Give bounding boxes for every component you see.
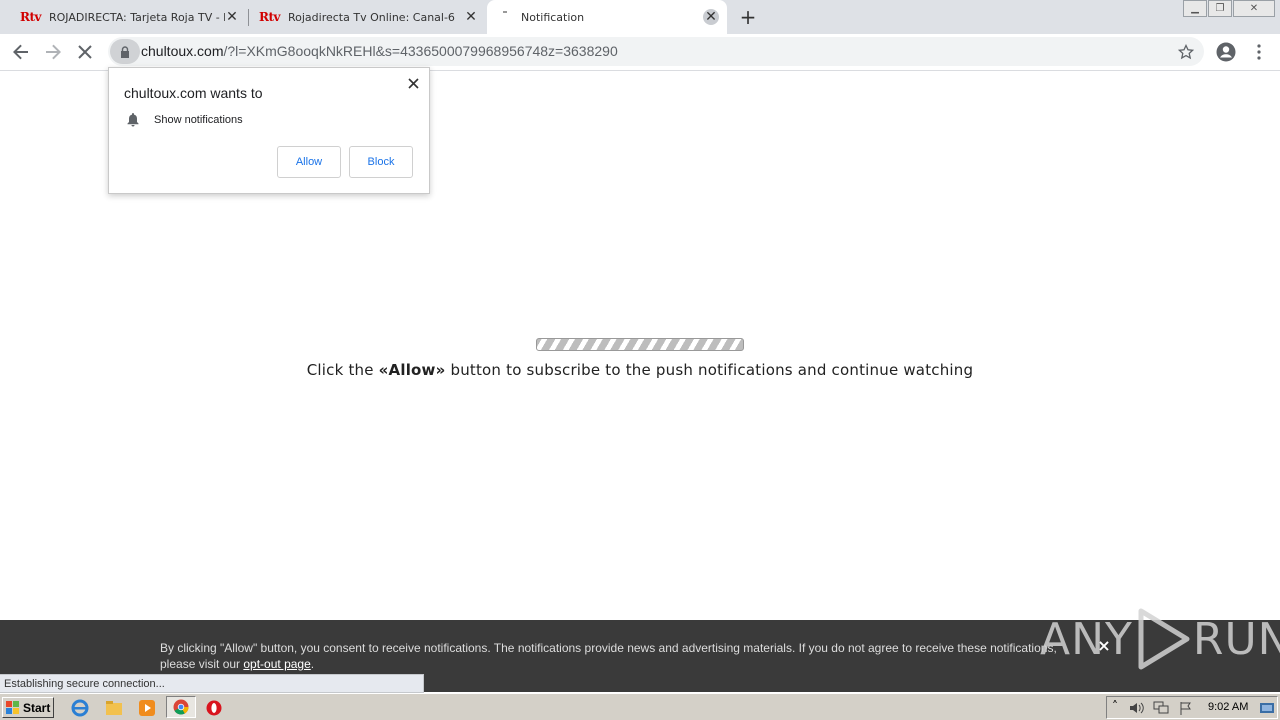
tray-expand-icon[interactable]: ˄ [1112,699,1118,713]
media-player-icon[interactable] [137,698,157,718]
cta-allow-emphasis: «Allow» [378,361,446,379]
system-tray: ˄ [1106,696,1278,719]
rtv-favicon: Rtv [20,10,42,24]
permission-item: Show notifications [126,112,243,127]
bookmark-star-icon[interactable] [1175,41,1197,63]
tab-title: Notification [521,10,585,24]
url-text: chultoux.com/?l=XKmG8ooqkNkREHl&s=433650… [141,43,618,59]
lock-icon[interactable] [110,39,140,64]
rtv-favicon: Rtv [259,10,281,24]
close-icon[interactable] [405,75,421,91]
screen: Rtv ROJADIRECTA: Tarjeta Roja TV - Pir ✕… [0,0,1280,720]
watermark-right: RUN [1192,613,1280,665]
loading-favicon-icon [503,11,507,13]
profile-avatar-icon[interactable] [1215,41,1237,63]
forward-arrow-icon[interactable] [42,41,64,63]
progress-bar [536,338,744,351]
cta-prefix: Click the [306,361,379,379]
clock: 9:02 AM [1208,701,1249,713]
tab-strip: Rtv ROJADIRECTA: Tarjeta Roja TV - Pir ✕… [0,0,1280,34]
start-label: Start [23,700,51,715]
stop-loading-icon[interactable] [74,41,96,63]
url-path: /?l=XKmG8ooqkNkREHl&s=433650007996895674… [223,43,618,59]
tab-rojadirecta-1[interactable]: Rtv ROJADIRECTA: Tarjeta Roja TV - Pir ✕ [0,0,248,34]
consent-tail: . [310,657,315,671]
windows-taskbar: Start ˄ 9:02 AM [0,693,1280,720]
consent-text: By clicking "Allow" button, you consent … [160,640,1080,672]
cta-suffix: button to subscribe to the push notifica… [445,361,974,379]
play-logo-icon [1138,608,1190,670]
close-tab-icon[interactable]: ✕ [703,9,719,25]
window-close-button[interactable]: ✕ [1233,0,1275,17]
url-domain: chultoux.com [141,43,224,59]
start-button[interactable]: Start [2,697,54,718]
opt-out-link[interactable]: opt-out page [243,657,310,671]
opera-icon[interactable] [204,698,224,718]
tab-notification[interactable]: Notification ✕ [487,0,727,34]
show-desktop-icon[interactable] [1259,701,1275,715]
notification-permission-dialog: chultoux.com wants to Show notifications… [108,67,430,194]
browser-toolbar: chultoux.com/?l=XKmG8ooqkNkREHl&s=433650… [0,34,1280,71]
tab-title: Rojadirecta Tv Online: Canal-6 [288,10,455,24]
watermark-left: ANY [1040,613,1133,665]
restore-button[interactable]: ❐ [1208,0,1232,17]
flag-icon[interactable] [1179,701,1193,715]
block-button[interactable]: Block [349,146,413,178]
allow-button[interactable]: Allow [277,146,341,178]
status-bubble: Establishing secure connection... [0,674,424,693]
permission-title: chultoux.com wants to [124,85,263,101]
internet-explorer-icon[interactable] [70,698,90,718]
subscribe-instruction: Click the «Allow» button to subscribe to… [0,361,1280,379]
minimize-button[interactable]: ▁ [1183,0,1207,17]
close-tab-icon[interactable]: ✕ [224,9,240,25]
network-icon[interactable] [1153,701,1169,715]
windows-logo-icon [6,701,19,714]
speaker-icon[interactable] [1129,701,1145,715]
address-bar[interactable]: chultoux.com/?l=XKmG8ooqkNkREHl&s=433650… [108,37,1204,66]
menu-dots-icon[interactable] [1248,41,1270,63]
tab-title: ROJADIRECTA: Tarjeta Roja TV - Pir [49,10,225,24]
tab-rojadirecta-2[interactable]: Rtv Rojadirecta Tv Online: Canal-6 ✕ [249,0,487,34]
file-explorer-icon[interactable] [104,698,124,718]
close-tab-icon[interactable]: ✕ [463,9,479,25]
chrome-taskbar-icon[interactable] [166,696,196,718]
new-tab-button[interactable]: + [737,5,759,29]
permission-item-label: Show notifications [154,113,243,126]
anyrun-watermark-logo: ANY RUN [1040,604,1280,674]
bell-icon [127,113,139,127]
back-arrow-icon[interactable] [10,41,32,63]
